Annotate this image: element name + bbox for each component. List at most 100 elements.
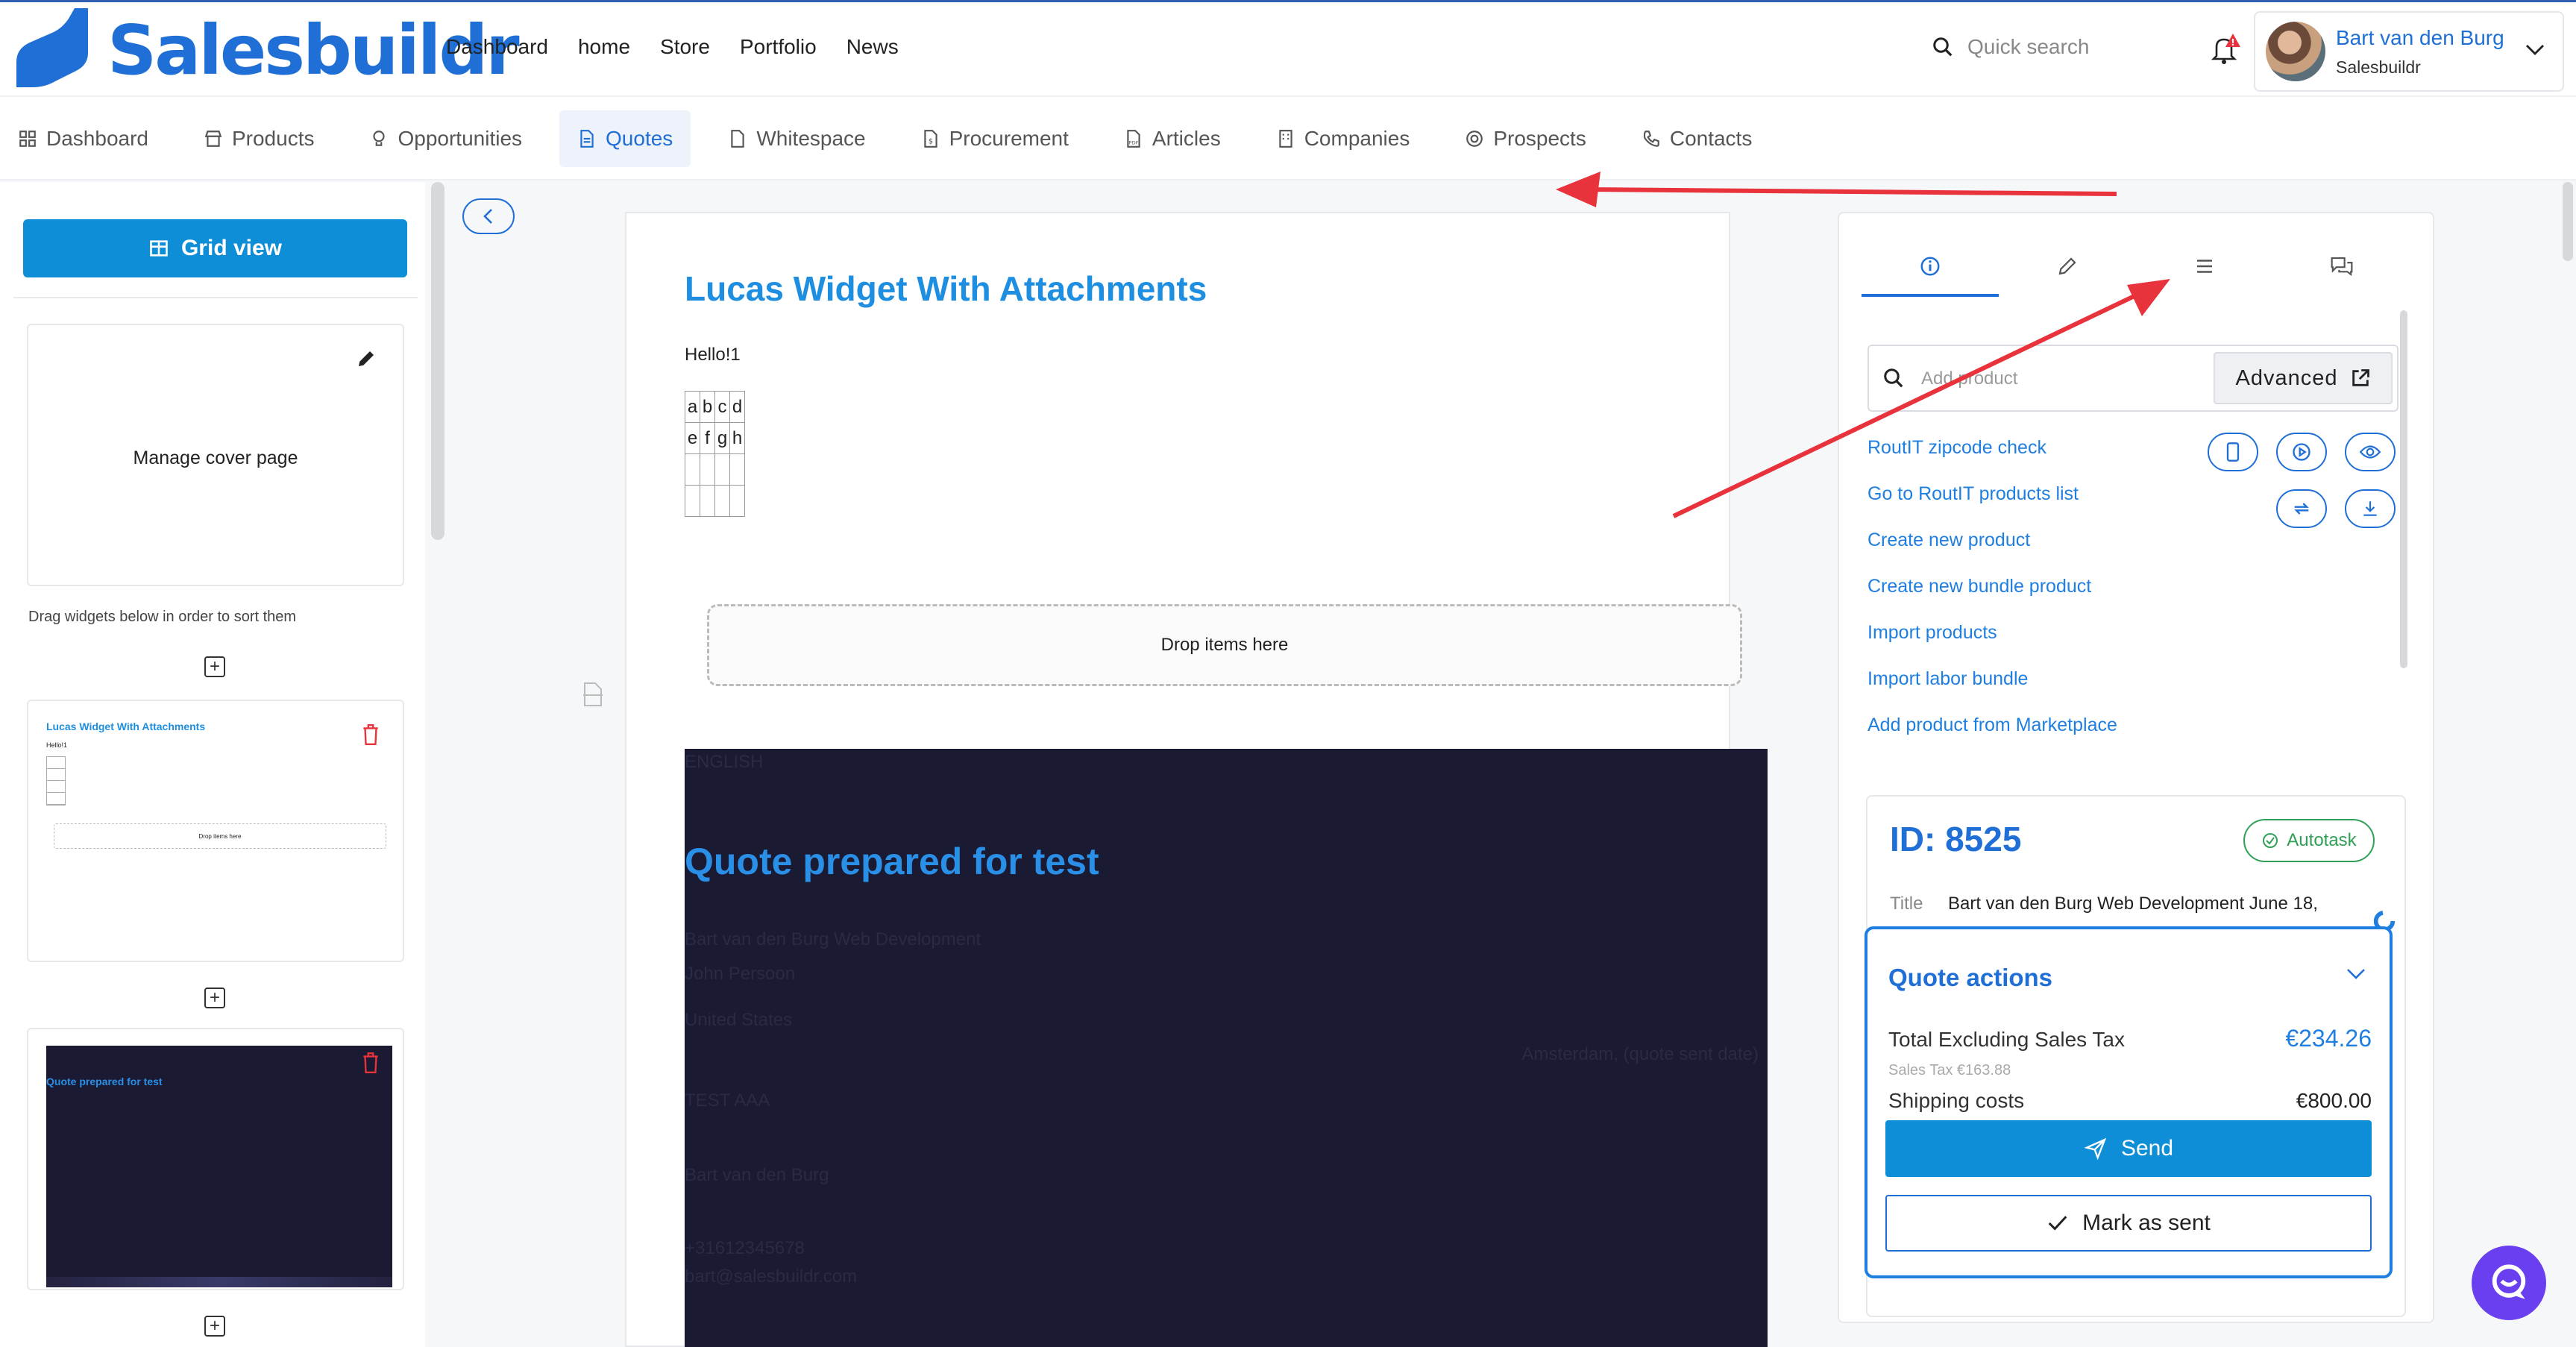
- mark-as-sent-button[interactable]: Mark as sent: [1885, 1195, 2372, 1252]
- tab-edit[interactable]: [1999, 255, 2136, 297]
- topnav-store[interactable]: Store: [660, 35, 710, 59]
- panel-scrollbar[interactable]: [2400, 310, 2407, 668]
- autotask-label: Autotask: [2287, 830, 2357, 850]
- add-product-search[interactable]: Add product Advanced: [1867, 345, 2398, 412]
- tab-label: Quotes: [606, 127, 673, 150]
- grid-view-button[interactable]: Grid view: [23, 219, 407, 277]
- external-link-icon: [2352, 369, 2369, 386]
- search-icon: [1933, 37, 1953, 57]
- tab-contacts[interactable]: Contacts: [1624, 110, 1771, 167]
- tab-label: Prospects: [1493, 127, 1586, 150]
- cover-page-label: Manage cover page: [133, 448, 298, 468]
- advanced-button[interactable]: Advanced: [2214, 352, 2393, 404]
- play-icon: [2293, 443, 2310, 461]
- topnav-home[interactable]: home: [578, 35, 630, 59]
- tab-label: Whitespace: [756, 127, 866, 150]
- tab-companies[interactable]: Companies: [1258, 110, 1428, 167]
- chevron-down-icon[interactable]: [2345, 967, 2367, 982]
- thumbnail-hello: Hello!1: [46, 741, 68, 749]
- link-routit-products[interactable]: Go to RoutIT products list: [1867, 483, 2117, 530]
- tab-prospects[interactable]: Prospects: [1447, 110, 1604, 167]
- link-marketplace[interactable]: Add product from Marketplace: [1867, 715, 2117, 761]
- send-button[interactable]: Send: [1885, 1120, 2372, 1177]
- play-button[interactable]: [2276, 433, 2327, 471]
- list-icon: [2197, 260, 2212, 273]
- widget-text[interactable]: Hello!1: [685, 345, 741, 365]
- autotask-badge[interactable]: Autotask: [2243, 819, 2375, 862]
- advanced-label: Advanced: [2235, 365, 2338, 390]
- page-scrollbar[interactable]: [2563, 182, 2573, 261]
- topnav-portfolio[interactable]: Portfolio: [740, 35, 817, 59]
- salesbuildr-logo-icon: [16, 8, 88, 87]
- user-menu[interactable]: Bart van den Burg Salesbuildr: [2254, 11, 2564, 92]
- building-icon: [1279, 130, 1292, 148]
- tab-list[interactable]: [2136, 255, 2273, 297]
- brand-logo[interactable]: Salesbuildr: [10, 2, 520, 98]
- tab-products[interactable]: Products: [186, 110, 333, 167]
- company-text: Bart van den Burg Web Development: [685, 929, 981, 949]
- link-routit-zipcode[interactable]: RoutIT zipcode check: [1867, 437, 2117, 483]
- widget-table[interactable]: abcd efgh: [685, 391, 745, 517]
- thumbnail-dark-preview: Quote prepared for test: [46, 1046, 392, 1287]
- user-name: Bart van den Burg: [2336, 25, 2504, 49]
- tab-label: Articles: [1152, 127, 1221, 150]
- widget-thumbnail[interactable]: Quote prepared for test: [27, 1028, 404, 1290]
- link-create-product[interactable]: Create new product: [1867, 530, 2117, 576]
- widget-sidebar: Grid view Manage cover page Drag widgets…: [0, 182, 425, 1347]
- widget-title[interactable]: Lucas Widget With Attachments: [685, 269, 1207, 309]
- dark-cover-widget[interactable]: ENGLISH Quote prepared for test Bart van…: [685, 749, 1768, 1347]
- quote-actions-title[interactable]: Quote actions: [1888, 964, 2052, 992]
- pencil-icon[interactable]: [355, 348, 377, 370]
- collapse-sidebar-button[interactable]: [462, 198, 515, 234]
- sidebar-scrollbar[interactable]: [431, 182, 444, 540]
- trash-icon[interactable]: [361, 723, 380, 746]
- tab-comments[interactable]: [2273, 255, 2410, 297]
- thumbnail-table: [46, 756, 66, 806]
- user-org: Salesbuildr: [2336, 57, 2421, 77]
- grid-icon: [19, 131, 36, 147]
- chat-widget-button[interactable]: [2472, 1246, 2546, 1320]
- country-text: United States: [685, 1010, 793, 1030]
- check-circle-icon: [2263, 833, 2278, 848]
- chat-bubble-icon: [2492, 1264, 2526, 1299]
- table-icon: [150, 240, 168, 257]
- pdf-icon: PDF: [1127, 130, 1140, 148]
- top-nav: Dashboard home Store Portfolio News: [446, 35, 899, 59]
- topnav-dashboard[interactable]: Dashboard: [446, 35, 548, 59]
- link-create-bundle[interactable]: Create new bundle product: [1867, 576, 2117, 622]
- mobile-preview-button[interactable]: [2208, 433, 2258, 471]
- tab-whitespace[interactable]: Whitespace: [710, 110, 883, 167]
- link-import-products[interactable]: Import products: [1867, 622, 2117, 668]
- quick-search[interactable]: Quick search: [1932, 35, 2089, 59]
- tab-dashboard[interactable]: Dashboard: [0, 110, 166, 167]
- widget-thumbnail[interactable]: Lucas Widget With Attachments Hello!1 Dr…: [27, 700, 404, 962]
- cover-page-card[interactable]: Manage cover page: [27, 324, 404, 586]
- topnav-news[interactable]: News: [846, 35, 899, 59]
- copy-widget-icon[interactable]: [580, 680, 606, 710]
- title-value[interactable]: Bart van den Burg Web Development June 1…: [1948, 894, 2318, 914]
- phone-icon: [1643, 131, 1659, 147]
- add-widget-button[interactable]: +: [204, 1316, 225, 1337]
- add-widget-button[interactable]: +: [204, 656, 225, 677]
- title-label: Title: [1890, 894, 1923, 914]
- tab-opportunities[interactable]: Opportunities: [351, 110, 540, 167]
- sync-button[interactable]: [2276, 489, 2327, 528]
- dropzone[interactable]: Drop items here: [707, 604, 1742, 686]
- preview-button[interactable]: [2345, 433, 2396, 471]
- lightbulb-icon: [373, 131, 386, 146]
- tab-articles[interactable]: PDF Articles: [1106, 110, 1239, 167]
- sender-text: Bart van den Burg: [685, 1165, 829, 1185]
- invoice-icon: $: [923, 130, 937, 148]
- person-text: John Persoon: [685, 964, 796, 984]
- notification-bell-icon[interactable]: !: [2208, 32, 2242, 66]
- tab-procurement[interactable]: $ Procurement: [903, 110, 1087, 167]
- download-button[interactable]: [2345, 489, 2396, 528]
- add-widget-button[interactable]: +: [204, 988, 225, 1008]
- trash-icon[interactable]: [361, 1052, 380, 1074]
- place-date-text: Amsterdam, (quote sent date): [1521, 1044, 1759, 1064]
- check-icon: [2048, 1216, 2067, 1231]
- link-import-labor[interactable]: Import labor bundle: [1867, 668, 2117, 715]
- tab-info[interactable]: [1862, 255, 1999, 297]
- tab-quotes[interactable]: Quotes: [559, 110, 691, 167]
- send-icon: [2084, 1137, 2107, 1161]
